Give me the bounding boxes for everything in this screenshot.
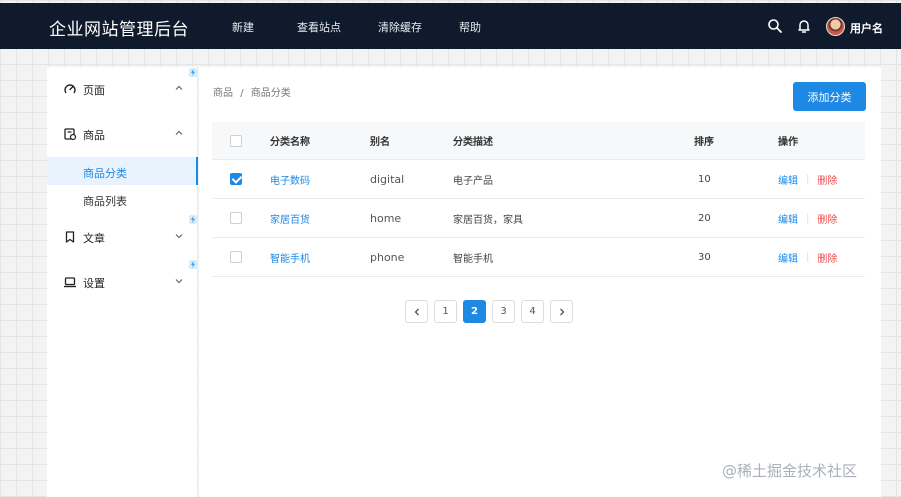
- sidebar: 页面 商品 商品分类 商品列表 文章 设置: [47, 67, 198, 497]
- chevron-down-icon: [175, 234, 183, 239]
- delete-link[interactable]: 删除: [817, 211, 837, 226]
- category-order: 30: [698, 251, 711, 263]
- category-description: 智能手机: [453, 253, 493, 265]
- delete-link[interactable]: 删除: [817, 172, 837, 187]
- sidebar-item-settings[interactable]: 设置: [47, 268, 197, 296]
- breadcrumb-item[interactable]: 商品: [213, 88, 233, 99]
- page-button[interactable]: 4: [521, 300, 544, 323]
- sidebar-item-pages[interactable]: 页面: [47, 75, 197, 103]
- category-name-link[interactable]: 智能手机: [270, 238, 310, 276]
- chevron-down-icon: [175, 279, 183, 284]
- edit-link[interactable]: 编辑: [778, 250, 798, 265]
- app-title: 企业网站管理后台: [49, 20, 189, 40]
- edit-link[interactable]: 编辑: [778, 172, 798, 187]
- bookmark-icon: [65, 231, 75, 243]
- row-checkbox[interactable]: [230, 251, 242, 263]
- breadcrumb-current: 商品分类: [250, 88, 291, 99]
- row-checkbox[interactable]: [230, 173, 242, 185]
- column-header-alias: 别名: [370, 137, 390, 148]
- table-row: 智能手机 phone 智能手机 30 编辑 | 删除: [212, 238, 865, 277]
- avatar[interactable]: [826, 17, 845, 36]
- chevron-left-icon: [414, 308, 419, 315]
- sidebar-item-label: 页面: [83, 84, 105, 97]
- username[interactable]: 用户名: [850, 20, 883, 36]
- column-header-actions: 操作: [778, 137, 798, 148]
- category-alias: phone: [370, 250, 405, 264]
- page-button[interactable]: 1: [434, 300, 457, 323]
- table-row: 家居百货 home 家居百货，家具 20 编辑 | 删除: [212, 199, 865, 238]
- category-name-link[interactable]: 家居百货: [270, 199, 310, 237]
- row-checkbox[interactable]: [230, 212, 242, 224]
- action-divider: |: [806, 173, 810, 185]
- main-content: 商品 / 商品分类 添加分类 分类名称 别名 分类描述 排序 操作 电子数码 d…: [199, 67, 881, 497]
- sidebar-subitem-product-list[interactable]: 商品列表: [47, 185, 198, 213]
- nav-view-site[interactable]: 查看站点: [297, 19, 341, 35]
- sidebar-item-label: 文章: [83, 232, 105, 245]
- sidebar-item-products[interactable]: 商品: [47, 120, 197, 148]
- chevron-up-icon: [175, 130, 183, 135]
- sidebar-subitem-label: 商品分类: [83, 167, 127, 180]
- add-category-button[interactable]: 添加分类: [793, 82, 866, 111]
- sidebar-item-label: 商品: [83, 129, 105, 142]
- next-page-button[interactable]: [550, 300, 573, 323]
- receipt-icon: [64, 128, 77, 141]
- column-header-description: 分类描述: [453, 137, 493, 148]
- nav-new[interactable]: 新建: [232, 19, 254, 35]
- category-order: 10: [698, 173, 711, 185]
- action-divider: |: [806, 212, 810, 224]
- nav-help[interactable]: 帮助: [459, 19, 481, 35]
- breadcrumb: 商品 / 商品分类: [213, 84, 295, 99]
- category-description: 电子产品: [453, 175, 493, 187]
- action-divider: |: [806, 251, 810, 263]
- edit-link[interactable]: 编辑: [778, 211, 798, 226]
- table-row: 电子数码 digital 电子产品 10 编辑 | 删除: [212, 160, 865, 199]
- column-header-order: 排序: [694, 137, 714, 148]
- sidebar-item-articles[interactable]: 文章: [47, 223, 197, 251]
- category-alias: home: [370, 211, 402, 225]
- page-button-current[interactable]: 2: [463, 300, 486, 323]
- sidebar-subitem-label: 商品列表: [83, 195, 127, 208]
- page-button[interactable]: 3: [492, 300, 515, 323]
- bell-icon[interactable]: [795, 17, 813, 35]
- column-header-name: 分类名称: [270, 137, 310, 148]
- chevron-up-icon: [175, 85, 183, 90]
- table-header: 分类名称 别名 分类描述 排序 操作: [212, 122, 865, 160]
- category-table: 分类名称 别名 分类描述 排序 操作 电子数码 digital 电子产品 10 …: [212, 122, 865, 277]
- sidebar-subitem-category[interactable]: 商品分类: [47, 157, 198, 185]
- select-all-checkbox[interactable]: [230, 134, 242, 147]
- search-icon[interactable]: [766, 17, 784, 35]
- nav-clear-cache[interactable]: 清除缓存: [378, 19, 422, 35]
- sidebar-item-label: 设置: [83, 277, 105, 290]
- category-order: 20: [698, 212, 711, 224]
- category-description: 家居百货，家具: [453, 214, 523, 226]
- delete-link[interactable]: 删除: [817, 250, 837, 265]
- category-alias: digital: [370, 172, 405, 186]
- top-bar: 企业网站管理后台 新建 查看站点 清除缓存 帮助 用户名: [0, 3, 901, 49]
- speedometer-icon: [64, 84, 76, 94]
- watermark: @稀土掘金技术社区: [722, 462, 858, 480]
- category-name-link[interactable]: 电子数码: [270, 160, 310, 198]
- laptop-icon: [64, 277, 76, 288]
- prev-page-button[interactable]: [405, 300, 428, 323]
- breadcrumb-separator: /: [240, 88, 244, 99]
- chevron-right-icon: [559, 308, 564, 315]
